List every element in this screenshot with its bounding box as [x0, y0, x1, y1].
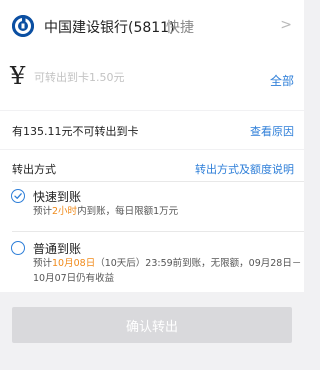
option-fast-arrival[interactable]: 快速到账 预计2小时内到账，每日限额1万元: [0, 184, 304, 226]
amount-section: ¥ 全部: [0, 48, 304, 110]
option-title: 普通到账: [33, 242, 82, 256]
bank-tag: 快捷: [166, 20, 194, 36]
currency-symbol: ¥: [10, 62, 26, 90]
option-normal-arrival[interactable]: 普通到账 预计10月08日（10天后）23:59前到账，无限额，09月28日－ …: [0, 236, 304, 290]
unavailable-amount-text: 有135.11元不可转出到卡: [12, 125, 139, 138]
method-heading: 转出方式: [12, 163, 56, 176]
option-description: 预计2小时内到账，每日限额1万元: [33, 206, 179, 217]
option-description-line2: 10月07日仍有收益: [33, 273, 115, 284]
divider: [12, 231, 304, 232]
method-explanation-link[interactable]: 转出方式及额度说明: [195, 161, 294, 177]
option-title: 快速到账: [33, 190, 82, 204]
divider: [12, 181, 304, 182]
amount-input[interactable]: [34, 71, 234, 84]
chevron-right-icon: >: [280, 17, 292, 33]
radio-empty-icon: [11, 241, 25, 255]
all-amount-button[interactable]: 全部: [270, 72, 294, 89]
bank-name: 中国建设银行(5811): [44, 20, 175, 36]
option-description: 预计10月08日（10天后）23:59前到账，无限额，09月28日－: [33, 258, 302, 269]
check-circle-icon: [11, 189, 25, 203]
transfer-method-section: 转出方式 转出方式及额度说明 快速到账 预计2小时内到账，每日限额1万元 普通到…: [0, 150, 304, 292]
bank-card-selector[interactable]: 中国建设银行(5811) 快捷 >: [0, 0, 304, 48]
view-reason-link[interactable]: 查看原因: [250, 123, 294, 139]
unavailable-info-row: 有135.11元不可转出到卡 查看原因: [0, 111, 304, 149]
confirm-transfer-button[interactable]: 确认转出: [12, 307, 292, 343]
ccb-logo-icon: [12, 15, 34, 37]
